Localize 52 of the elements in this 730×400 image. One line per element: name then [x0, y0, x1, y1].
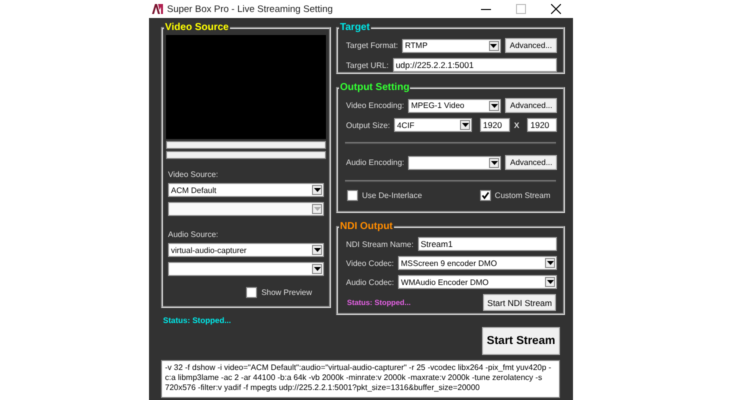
caret-icon — [314, 267, 320, 271]
checkbox[interactable]: Show Preview — [246, 287, 312, 298]
dropdown[interactable] — [408, 156, 502, 170]
field-label: Audio Encoding: — [346, 158, 404, 167]
advanced-button[interactable]: Advanced... — [505, 155, 558, 170]
start-ndi-stream-button[interactable]: Start NDI Stream — [483, 294, 556, 311]
advanced-button[interactable]: Advanced... — [505, 98, 558, 113]
field-label: Video Codec: — [346, 258, 394, 268]
field-label: Audio Source: — [168, 230, 220, 239]
caret-icon — [462, 123, 469, 127]
field-label: Output Size: — [346, 120, 390, 130]
dropdown[interactable]: RTMP — [402, 38, 501, 52]
close-icon — [551, 4, 561, 14]
caret-icon — [314, 207, 320, 211]
caret-icon — [546, 280, 554, 284]
maximize-icon — [516, 4, 526, 14]
field-label: Audio Codec: — [346, 278, 394, 286]
field-label: Video Source: — [168, 170, 220, 179]
checkbox[interactable]: Custom Stream — [480, 190, 550, 201]
dropdown[interactable]: MPEG-1 Video — [408, 98, 502, 112]
caret-icon — [314, 248, 320, 252]
text-field[interactable]: 1920 — [527, 118, 558, 132]
status-text: Status: Stopped... — [163, 316, 232, 325]
separator-text: X — [514, 120, 520, 130]
command-field[interactable]: -v 32 -f dshow -i video="ACM Default":audio="virtual-audio-capturer" -r 25 -vcodec libx264 -pix_fmt yuv420p -c:a libmp3lame -ac 2 -ar 44100 -b:a 64k -vb 2000k -minrate:v 2000k -maxrate:v 2000k -tune zerolatency -s 720x576 -filter:v yadif -f mpegts udp://225.2.2.1:5001?pkt_size=1316&buffer_size=20000 — [161, 360, 560, 398]
group-title: Target — [339, 22, 371, 33]
dropdown[interactable]: MSScreen 9 encoder DMO — [398, 256, 557, 270]
start-stream-button[interactable]: Start Stream — [482, 327, 560, 355]
dropdown[interactable]: WMAudio Encoder DMO — [398, 275, 557, 289]
group-title: Video Source — [164, 22, 230, 33]
caret-icon — [546, 261, 554, 265]
dropdown[interactable]: 4CIF — [394, 118, 472, 132]
group-title: NDI Output — [339, 221, 394, 232]
checkmark-icon — [480, 191, 490, 200]
window-title: Super Box Pro - Live Streaming Setting — [167, 4, 334, 14]
field-label: Target Format: — [346, 41, 398, 50]
text-field[interactable]: Stream1 — [418, 237, 557, 251]
dropdown[interactable]: ACM Default — [168, 183, 324, 197]
caret-icon — [314, 188, 320, 192]
checkbox[interactable]: Use De-Interlace — [347, 190, 422, 201]
dropdown[interactable]: virtual-audio-capturer — [168, 243, 324, 257]
field-label: NDI Stream Name: — [346, 240, 414, 248]
caret-icon — [490, 104, 498, 108]
text-field[interactable]: 1920 — [480, 118, 510, 132]
group-title: Output Setting — [339, 82, 410, 93]
advanced-button[interactable]: Advanced... — [504, 38, 557, 53]
caret-icon — [490, 44, 498, 48]
field-label: Video Encoding: — [346, 101, 404, 110]
app-logo-icon — [152, 4, 163, 14]
field-label: Target URL: — [346, 60, 389, 70]
text-field[interactable]: udp://225.2.2.1:5001 — [392, 58, 557, 72]
caret-icon — [490, 160, 498, 164]
